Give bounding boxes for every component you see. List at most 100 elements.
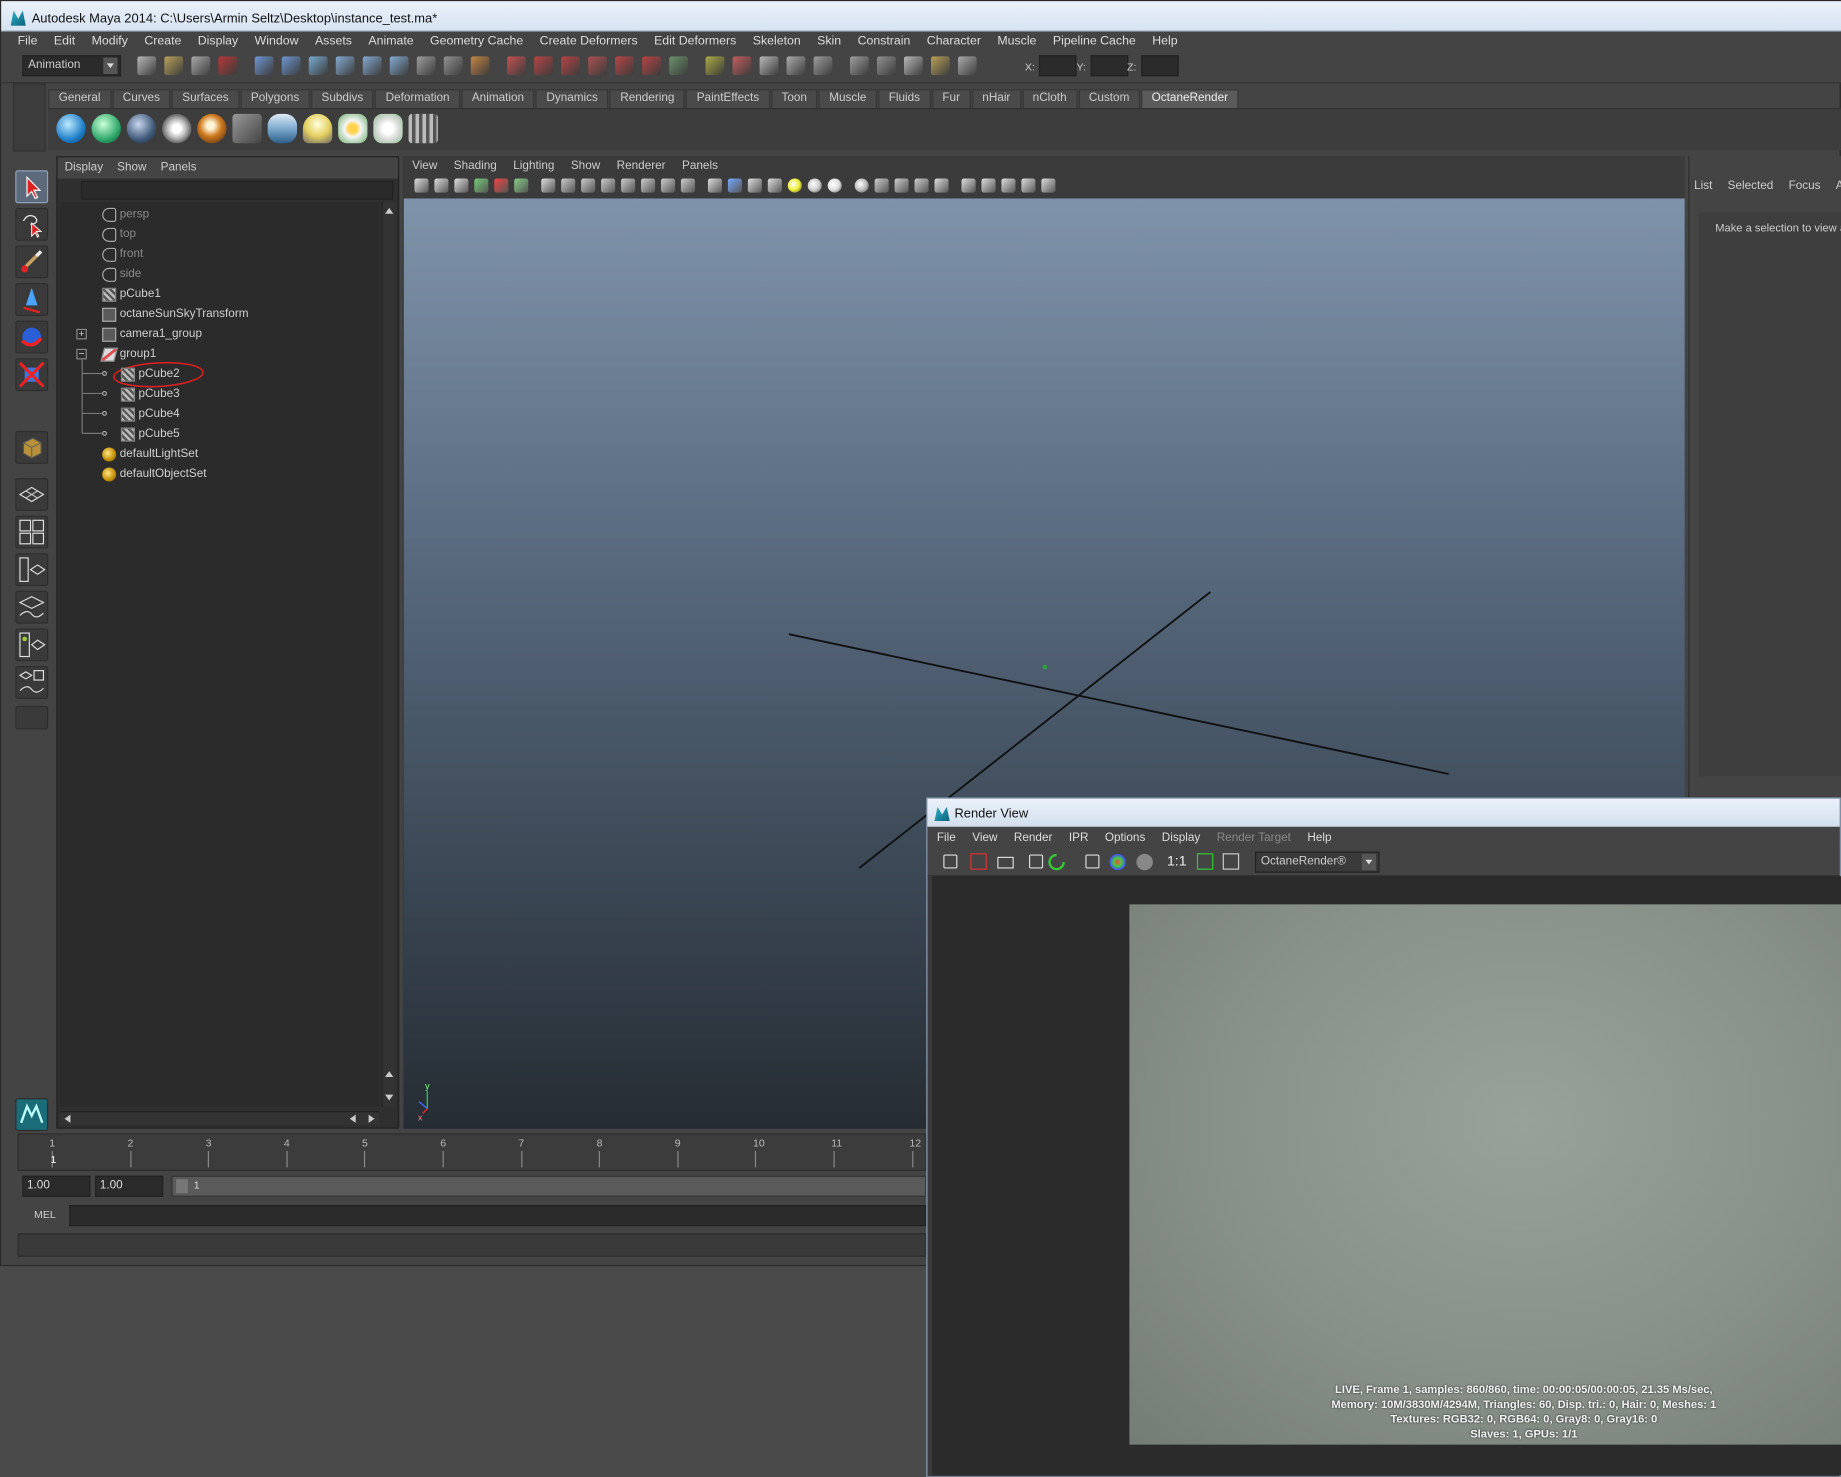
shelf-tab-toon[interactable]: Toon	[770, 89, 818, 109]
render-menu-display[interactable]: Display	[1162, 832, 1201, 848]
octane-camera-icon[interactable]	[232, 113, 262, 144]
status-tool-6-icon[interactable]	[281, 56, 301, 76]
status-tool-1-icon[interactable]	[137, 56, 157, 76]
render-menu-help[interactable]: Help	[1307, 832, 1331, 848]
viewport-tool-5-icon[interactable]	[494, 178, 509, 193]
render-menu-view[interactable]: View	[972, 832, 997, 848]
viewport-tool-19-icon[interactable]	[787, 178, 802, 193]
shelf-options[interactable]	[12, 83, 46, 152]
menu-set-dropdown[interactable]: Animation	[22, 55, 121, 77]
render-menu-ipr[interactable]: IPR	[1069, 832, 1089, 848]
collapse-group1-icon[interactable]: −	[76, 348, 87, 360]
render-menu-render[interactable]: Render	[1014, 832, 1053, 848]
viewport-tool-18-icon[interactable]	[767, 178, 782, 193]
four-view-layout-icon[interactable]	[15, 515, 49, 549]
expand-camera1-group-icon[interactable]: +	[76, 328, 87, 340]
outliner-menu-display[interactable]: Display	[65, 161, 104, 179]
viewport-tool-25-icon[interactable]	[914, 178, 929, 193]
single-perspective-layout-icon[interactable]	[15, 478, 49, 511]
shelf-tab-ncloth[interactable]: nCloth	[1022, 89, 1078, 109]
shelf-tab-animation[interactable]: Animation	[461, 89, 535, 109]
shelf-tab-muscle[interactable]: Muscle	[818, 89, 877, 109]
shelf-tab-curves[interactable]: Curves	[112, 89, 171, 109]
viewport-tool-22-icon[interactable]	[854, 178, 869, 193]
maya-logo-tool-icon[interactable]	[15, 1098, 49, 1132]
octane-flower-icon[interactable]	[338, 113, 368, 144]
octane-gear-sphere-icon[interactable]	[162, 113, 192, 144]
menu-pipeline-cache[interactable]: Pipeline Cache	[1053, 33, 1136, 51]
outliner-item-defaultlightset[interactable]: defaultLightSet	[102, 444, 198, 464]
status-tool-9-icon[interactable]	[362, 56, 382, 76]
viewport-menu-show[interactable]: Show	[571, 160, 600, 178]
status-tool-12-icon[interactable]	[443, 56, 463, 76]
status-tool-4-icon[interactable]	[218, 56, 238, 76]
status-tool-18-icon[interactable]	[615, 56, 634, 76]
rendered-image[interactable]	[1129, 904, 1841, 1445]
shelf-tab-custom[interactable]: Custom	[1078, 89, 1140, 109]
viewport-tool-1-icon[interactable]	[414, 178, 429, 193]
status-tool-8-icon[interactable]	[335, 56, 355, 76]
shelf-tab-nhair[interactable]: nHair	[971, 89, 1021, 109]
shelf-tab-fluids[interactable]: Fluids	[878, 89, 931, 109]
menu-skeleton[interactable]: Skeleton	[753, 33, 801, 51]
status-tool-13-icon[interactable]	[470, 56, 490, 76]
status-tool-25-icon[interactable]	[813, 56, 833, 76]
viewport-menu-panels[interactable]: Panels	[682, 160, 718, 178]
viewport-tool-12-icon[interactable]	[641, 178, 656, 193]
outliner-horizontal-scrollbar[interactable]	[59, 1111, 380, 1126]
status-tool-7-icon[interactable]	[308, 56, 328, 76]
menu-skin[interactable]: Skin	[817, 33, 841, 51]
viewport-tool-11-icon[interactable]	[621, 178, 636, 193]
attr-menu-focus[interactable]: Focus	[1789, 180, 1821, 193]
outliner-item-pcube3[interactable]: pCube3	[120, 384, 180, 404]
menu-character[interactable]: Character	[927, 33, 981, 51]
viewport-tool-29-icon[interactable]	[1001, 178, 1016, 193]
render-menu-file[interactable]: File	[937, 832, 956, 848]
persp-graph-layout-icon[interactable]	[15, 590, 49, 624]
shelf-tab-dynamics[interactable]: Dynamics	[535, 89, 609, 109]
outliner-item-side[interactable]: side	[102, 264, 141, 284]
viewport-menu-lighting[interactable]: Lighting	[513, 160, 554, 178]
outliner-item-front[interactable]: front	[102, 244, 143, 264]
status-tool-27-icon[interactable]	[876, 56, 896, 76]
shelf-tab-deformation[interactable]: Deformation	[375, 89, 461, 109]
status-tool-29-icon[interactable]	[930, 56, 950, 76]
viewport-tool-24-icon[interactable]	[894, 178, 909, 193]
scale-tool-icon[interactable]	[15, 358, 49, 392]
viewport-menu-renderer[interactable]: Renderer	[617, 160, 666, 178]
outliner-item-camera1-group[interactable]: camera1_group	[102, 324, 202, 344]
paint-select-tool-icon[interactable]	[15, 245, 49, 279]
mel-label[interactable]: MEL	[34, 1209, 56, 1221]
status-tool-10-icon[interactable]	[389, 56, 409, 76]
z-field[interactable]	[1141, 55, 1179, 77]
octane-sphere-dark-icon[interactable]	[126, 113, 157, 144]
status-tool-19-icon[interactable]	[642, 56, 661, 76]
attr-menu-list[interactable]: List	[1694, 180, 1712, 193]
viewport-tool-3-icon[interactable]	[454, 178, 469, 193]
status-tool-17-icon[interactable]	[588, 56, 607, 76]
status-tool-15-icon[interactable]	[534, 56, 553, 76]
viewport-tool-23-icon[interactable]	[874, 178, 889, 193]
menu-create[interactable]: Create	[144, 33, 181, 51]
status-tool-2-icon[interactable]	[164, 56, 184, 76]
viewport-tool-17-icon[interactable]	[747, 178, 762, 193]
shelf-tab-subdivs[interactable]: Subdivs	[310, 89, 374, 109]
range-start-field[interactable]: 1.00	[22, 1175, 91, 1197]
menu-edit-deformers[interactable]: Edit Deformers	[654, 33, 736, 51]
viewport-tool-7-icon[interactable]	[541, 178, 556, 193]
custom-layout-icon[interactable]	[15, 705, 49, 730]
outliner-filter-field[interactable]	[81, 180, 394, 200]
viewport-tool-26-icon[interactable]	[934, 178, 949, 193]
viewport-tool-16-icon[interactable]	[727, 178, 742, 193]
viewport-tool-27-icon[interactable]	[961, 178, 976, 193]
status-tool-30-icon[interactable]	[957, 56, 977, 76]
viewport-tool-30-icon[interactable]	[1021, 178, 1036, 193]
viewport-tool-2-icon[interactable]	[434, 178, 449, 193]
status-tool-16-icon[interactable]	[561, 56, 580, 76]
rotate-tool-icon[interactable]	[15, 320, 49, 354]
octane-layers-icon[interactable]	[267, 113, 298, 144]
menu-window[interactable]: Window	[255, 33, 299, 51]
lasso-tool-icon[interactable]	[15, 207, 49, 241]
status-tool-28-icon[interactable]	[903, 56, 923, 76]
menu-help[interactable]: Help	[1152, 33, 1177, 51]
